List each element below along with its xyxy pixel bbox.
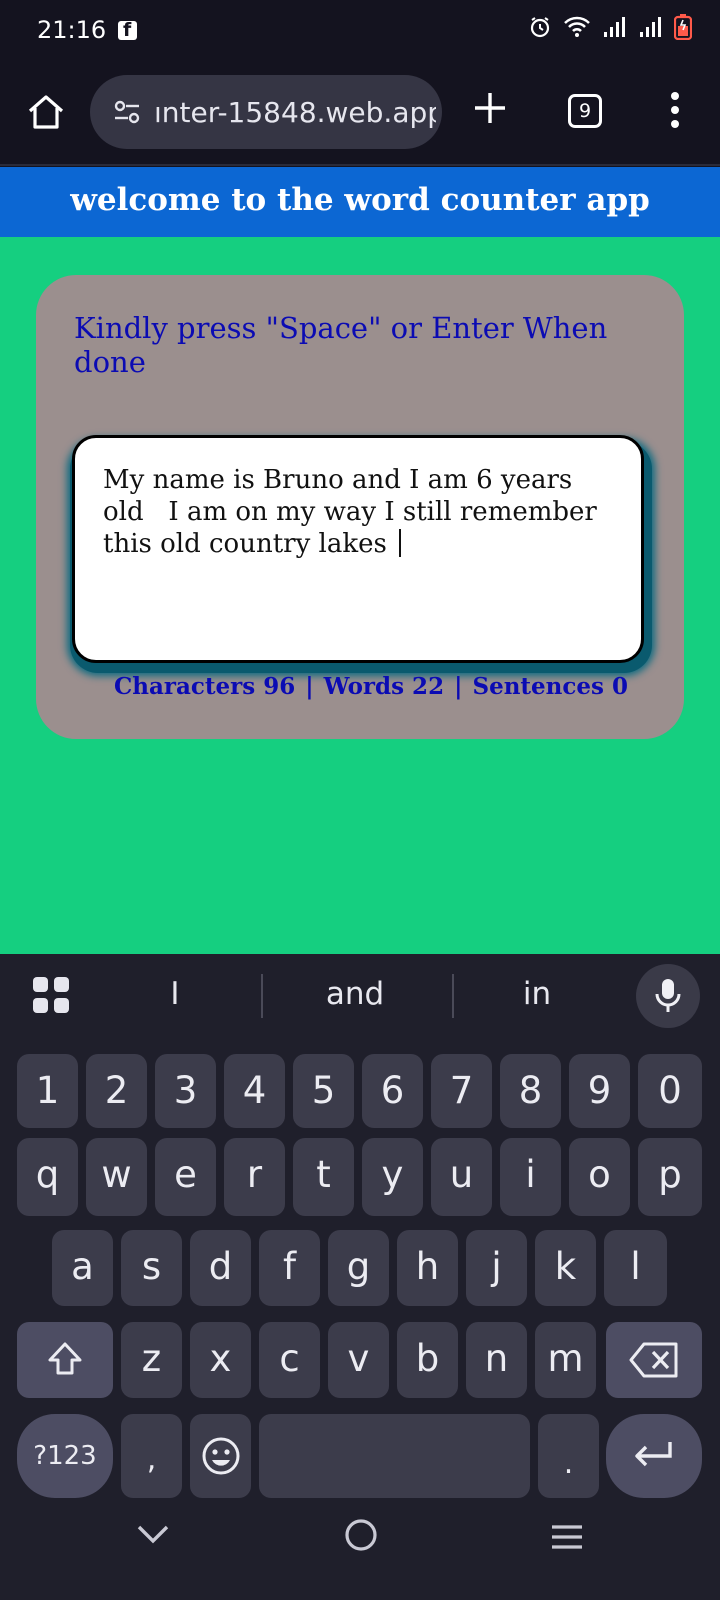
shift-key[interactable]: [17, 1322, 113, 1398]
alarm-icon: [530, 17, 550, 38]
key-l[interactable]: l: [604, 1230, 667, 1306]
site-settings-icon[interactable]: [112, 97, 142, 127]
key-9[interactable]: 9: [569, 1054, 630, 1128]
tab-switcher-button[interactable]: 9: [568, 94, 602, 128]
key-k[interactable]: k: [535, 1230, 596, 1306]
key-r[interactable]: r: [224, 1138, 285, 1216]
key-g[interactable]: g: [328, 1230, 389, 1306]
key-x[interactable]: x: [190, 1322, 251, 1398]
suggestion-divider: [452, 974, 454, 1018]
more-options-icon[interactable]: [664, 90, 686, 130]
key-i[interactable]: i: [500, 1138, 561, 1216]
voice-input-button[interactable]: [636, 964, 700, 1028]
status-time: 21:16: [37, 16, 107, 44]
emoji-icon: [202, 1437, 239, 1475]
key-2[interactable]: 2: [86, 1054, 147, 1128]
new-tab-icon[interactable]: [472, 90, 508, 126]
key-c[interactable]: c: [259, 1322, 320, 1398]
status-icons: [528, 14, 692, 40]
characters-count: Characters 96: [113, 673, 296, 700]
key-5[interactable]: 5: [293, 1054, 354, 1128]
space-key[interactable]: [259, 1414, 530, 1498]
key-b[interactable]: b: [397, 1322, 458, 1398]
backspace-icon: [629, 1342, 678, 1378]
home-nav-icon[interactable]: [344, 1518, 378, 1552]
signal-icon: [640, 17, 661, 37]
key-a[interactable]: a: [52, 1230, 113, 1306]
key-o[interactable]: o: [569, 1138, 630, 1216]
key-f[interactable]: f: [259, 1230, 320, 1306]
key-6[interactable]: 6: [362, 1054, 423, 1128]
backspace-key[interactable]: [606, 1322, 702, 1398]
key-d[interactable]: d: [190, 1230, 251, 1306]
browser-toolbar: ınter-15848.web.app 9: [0, 62, 720, 166]
url-text: ınter-15848.web.app: [154, 95, 436, 129]
key-4[interactable]: 4: [224, 1054, 285, 1128]
key-u[interactable]: u: [431, 1138, 492, 1216]
text-input-area[interactable]: My name is Bruno and I am 6 years old I …: [72, 435, 644, 663]
key-7[interactable]: 7: [431, 1054, 492, 1128]
key-j[interactable]: j: [466, 1230, 527, 1306]
enter-icon: [635, 1442, 672, 1467]
counter-stats: Characters 96 | Words 22 | Sentences 0: [114, 673, 628, 700]
key-q[interactable]: q: [17, 1138, 78, 1216]
suggestion-divider: [261, 974, 263, 1018]
key-8[interactable]: 8: [500, 1054, 561, 1128]
signal-icon: [604, 17, 625, 37]
key-y[interactable]: y: [362, 1138, 423, 1216]
wifi-icon: [564, 16, 590, 37]
hide-keyboard-icon[interactable]: [136, 1522, 170, 1546]
suggestion-strip: I and in: [0, 954, 720, 1034]
key-n[interactable]: n: [466, 1322, 527, 1398]
microphone-icon: [655, 979, 681, 1012]
key-w[interactable]: w: [86, 1138, 147, 1216]
suggestion-2[interactable]: and: [290, 972, 420, 1016]
sentences-count: Sentences 0: [472, 673, 628, 700]
instruction-text: Kindly press "Space" or Enter When done: [74, 311, 608, 379]
app-header: welcome to the word counter app: [0, 167, 720, 237]
suggestion-1[interactable]: I: [110, 972, 240, 1016]
key-m[interactable]: m: [535, 1322, 596, 1398]
key-3[interactable]: 3: [155, 1054, 216, 1128]
keyboard-menu-icon[interactable]: [32, 976, 70, 1014]
address-bar[interactable]: ınter-15848.web.app: [90, 75, 442, 149]
key-s[interactable]: s: [121, 1230, 182, 1306]
recents-nav-icon[interactable]: [550, 1524, 584, 1550]
status-bar: 21:16: [0, 0, 720, 62]
separator: |: [305, 673, 314, 700]
suggestion-3[interactable]: in: [472, 972, 602, 1016]
separator: |: [454, 673, 463, 700]
soft-keyboard: I and in 1 2 3 4 5 6 7 8 9 0 q w e r t y…: [0, 954, 720, 1600]
home-icon[interactable]: [26, 92, 66, 132]
key-p[interactable]: p: [638, 1138, 702, 1216]
enter-key[interactable]: [606, 1414, 702, 1498]
counter-card: Kindly press "Space" or Enter When done …: [36, 275, 684, 739]
key-1[interactable]: 1: [17, 1054, 78, 1128]
comma-key[interactable]: ,: [121, 1414, 182, 1498]
shift-icon: [48, 1342, 82, 1375]
key-v[interactable]: v: [328, 1322, 389, 1398]
key-0[interactable]: 0: [638, 1054, 702, 1128]
text-caret: [399, 529, 402, 557]
key-e[interactable]: e: [155, 1138, 216, 1216]
key-z[interactable]: z: [121, 1322, 182, 1398]
system-nav-bar: [0, 1500, 720, 1600]
battery-icon: [674, 14, 692, 40]
text-input-value: My name is Bruno and I am 6 years old I …: [103, 465, 606, 559]
period-key[interactable]: .: [538, 1414, 599, 1498]
emoji-key[interactable]: [190, 1414, 251, 1498]
key-t[interactable]: t: [293, 1138, 354, 1216]
symbols-key[interactable]: ?123: [17, 1414, 113, 1498]
words-count: Words 22: [323, 673, 445, 700]
page-content: welcome to the word counter app Kindly p…: [0, 167, 720, 954]
facebook-icon: [118, 19, 137, 41]
key-h[interactable]: h: [397, 1230, 458, 1306]
